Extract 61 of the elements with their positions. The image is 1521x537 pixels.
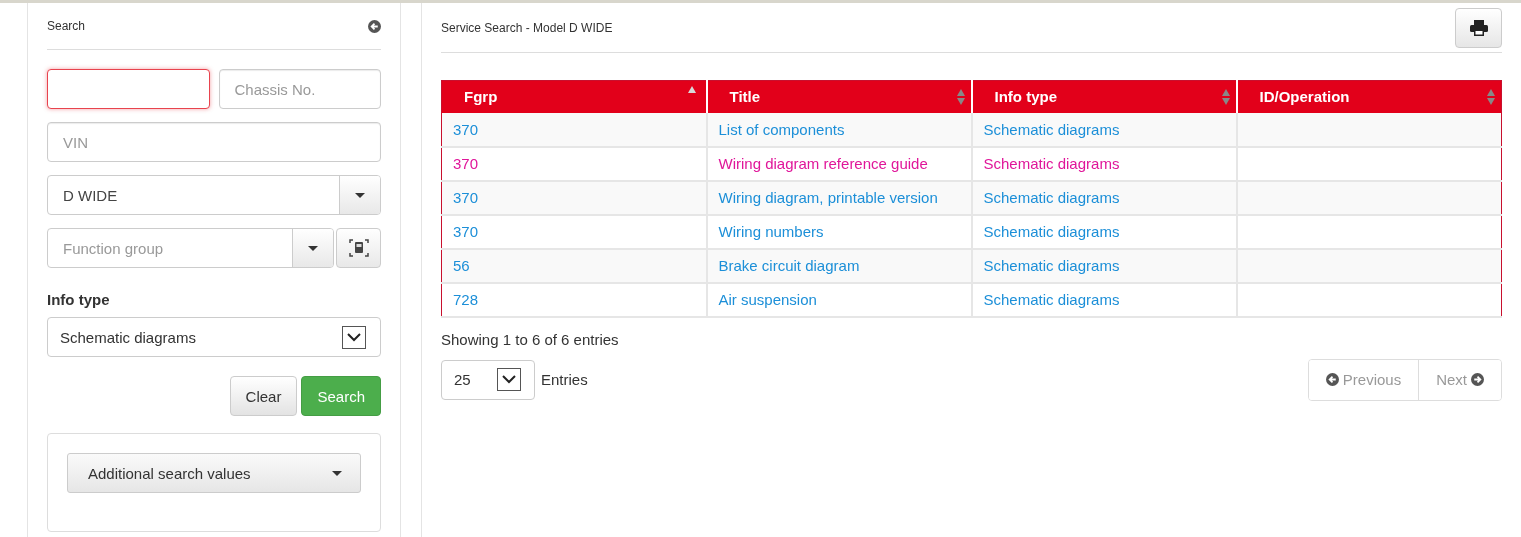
caret-icon bbox=[332, 470, 342, 476]
caret-icon bbox=[308, 245, 318, 251]
dropdown-toggle[interactable] bbox=[292, 229, 333, 267]
table-row[interactable]: 370 Wiring numbers Schematic diagrams bbox=[441, 214, 1502, 249]
column-header[interactable]: Info type bbox=[971, 80, 1237, 113]
caret-icon bbox=[355, 192, 365, 198]
column-header[interactable]: Fgrp bbox=[441, 80, 707, 113]
model-dropdown[interactable]: D WIDE bbox=[47, 175, 381, 215]
arrow-right-icon bbox=[1471, 373, 1484, 386]
table-cell: List of components bbox=[706, 112, 972, 147]
print-button[interactable] bbox=[1455, 7, 1502, 48]
vehicle-scan-icon bbox=[348, 239, 369, 257]
search-button[interactable]: Search bbox=[301, 376, 381, 416]
printer-icon bbox=[1469, 19, 1488, 36]
column-header[interactable]: ID/Operation bbox=[1236, 80, 1502, 113]
table-row[interactable]: 370 List of components Schematic diagrams bbox=[441, 112, 1502, 147]
function-group-dropdown[interactable]: Function group bbox=[47, 228, 334, 268]
panel-title: Search bbox=[47, 19, 86, 33]
chevron-icon bbox=[502, 375, 516, 384]
dropdown-placeholder: Function group bbox=[62, 238, 165, 259]
entries-label: Entries bbox=[541, 371, 588, 388]
table-row[interactable]: 56 Brake circuit diagram Schematic diagrams bbox=[441, 248, 1502, 283]
table-cell: Schematic diagrams bbox=[971, 248, 1237, 283]
arrow-left-icon bbox=[368, 19, 381, 33]
table-row[interactable]: 370 Wiring diagram reference guide Schematic diagrams bbox=[441, 146, 1502, 181]
table-row[interactable]: 370 Wiring diagram, printable version Schematic diagrams bbox=[441, 180, 1502, 215]
info-type-label: Info type bbox=[47, 291, 111, 308]
table-cell: 370 bbox=[441, 146, 707, 181]
input-field[interactable]: VIN bbox=[47, 122, 381, 162]
table-cell: Wiring diagram reference guide bbox=[706, 146, 972, 181]
table-cell: Wiring numbers bbox=[706, 214, 972, 249]
table-cell: Schematic diagrams bbox=[971, 180, 1237, 215]
select-value: Schematic diagrams bbox=[60, 328, 196, 346]
dropdown-toggle[interactable] bbox=[339, 176, 380, 214]
table-cell: Schematic diagrams bbox=[971, 214, 1237, 249]
dropdown-value: D WIDE bbox=[62, 185, 119, 206]
additional-search-button[interactable]: Additional search values bbox=[67, 453, 361, 493]
table-row[interactable]: 728 Air suspension Schematic diagrams bbox=[441, 282, 1502, 317]
table-cell: Schematic diagrams bbox=[971, 282, 1237, 317]
table-cell: 56 bbox=[441, 248, 707, 283]
select-value: 25 bbox=[454, 371, 471, 388]
chevron-icon bbox=[347, 332, 361, 342]
arrow-left-icon bbox=[1325, 373, 1339, 386]
table-cell: 728 bbox=[441, 282, 707, 317]
input-field[interactable] bbox=[47, 69, 210, 109]
table-cell: Schematic diagrams bbox=[971, 112, 1237, 147]
scan-button[interactable] bbox=[336, 228, 381, 268]
table-cell: 370 bbox=[441, 214, 707, 249]
entries-info: Showing 1 to 6 of 6 entries bbox=[441, 330, 620, 348]
table-cell: 370 bbox=[441, 112, 707, 147]
table-cell: 370 bbox=[441, 180, 707, 215]
table-cell: Brake circuit diagram bbox=[706, 248, 972, 283]
column-header[interactable]: Title bbox=[706, 80, 972, 113]
table-cell: Wiring diagram, printable version bbox=[706, 180, 972, 215]
table-cell: Air suspension bbox=[706, 282, 972, 317]
results-title: Service Search - Model D WIDE bbox=[441, 20, 613, 35]
page-size-select[interactable]: 25 bbox=[441, 359, 535, 400]
clear-button[interactable]: Clear bbox=[229, 376, 298, 416]
input-field[interactable]: Chassis No. bbox=[218, 69, 381, 109]
table-cell: Schematic diagrams bbox=[971, 146, 1237, 181]
info-type-select[interactable]: Schematic diagrams bbox=[47, 317, 381, 357]
